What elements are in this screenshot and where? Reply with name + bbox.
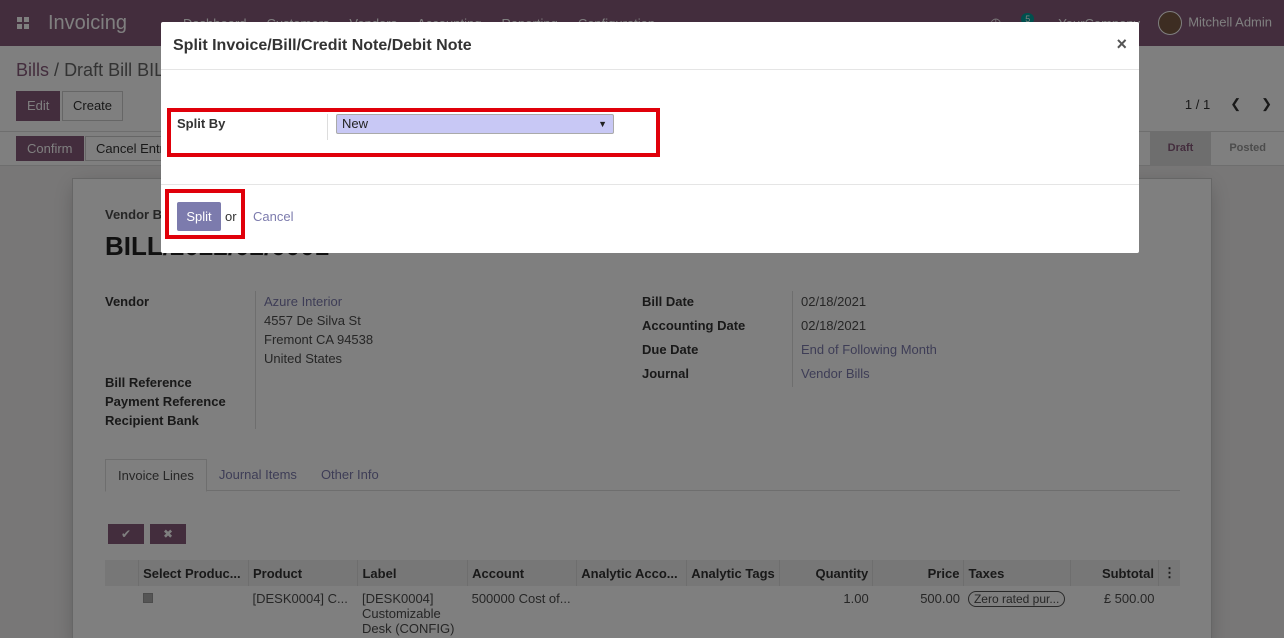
highlight-box xyxy=(167,108,660,157)
highlight-box xyxy=(165,189,245,239)
split-dialog: Split Invoice/Bill/Credit Note/Debit Not… xyxy=(161,22,1139,253)
modal-header: Split Invoice/Bill/Credit Note/Debit Not… xyxy=(161,22,1139,70)
modal-title: Split Invoice/Bill/Credit Note/Debit Not… xyxy=(173,37,472,54)
cancel-link[interactable]: Cancel xyxy=(253,209,293,224)
close-icon[interactable]: × xyxy=(1116,34,1127,55)
